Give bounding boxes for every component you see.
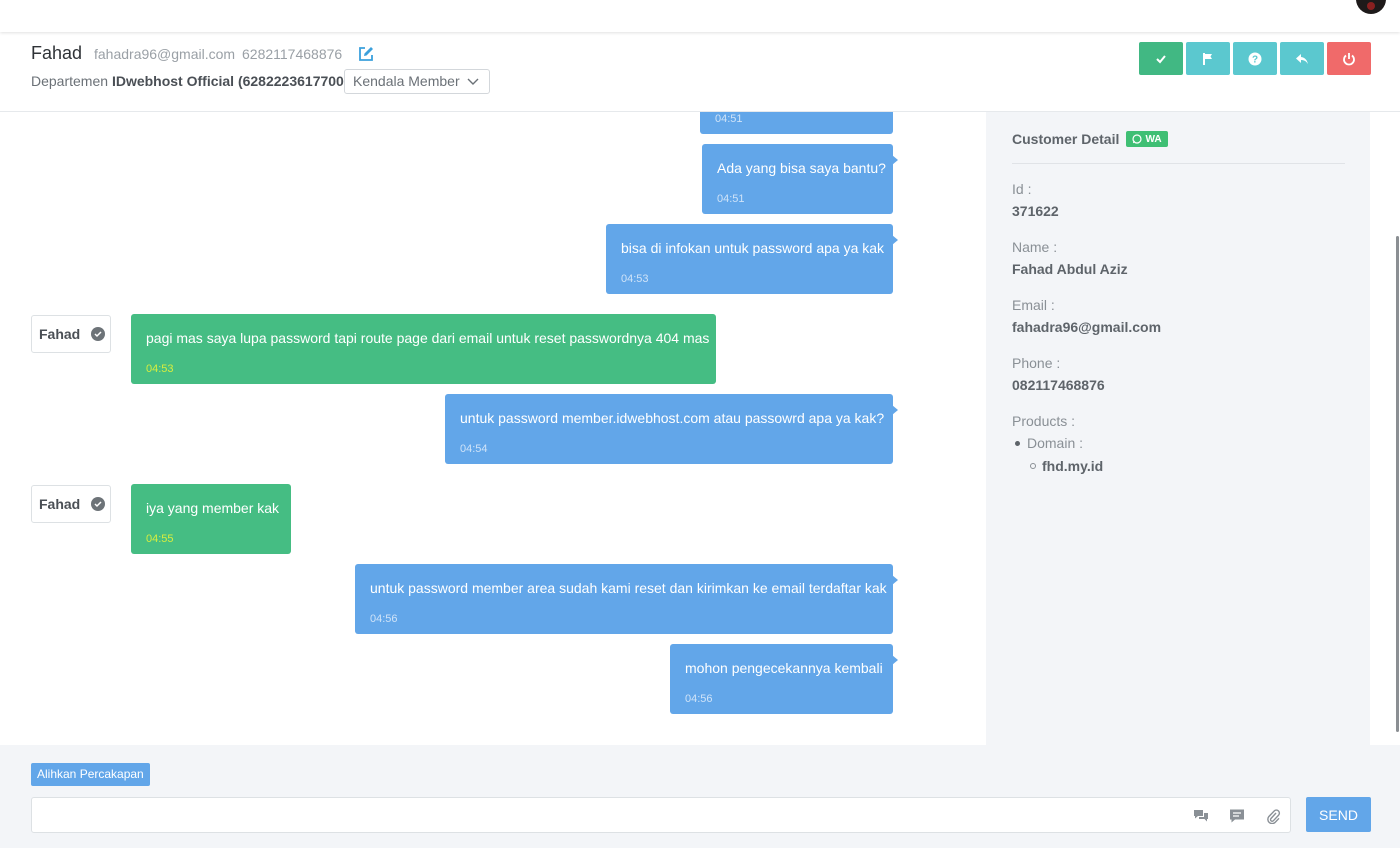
flag-icon [1203,52,1212,65]
message-time: 04:53 [146,363,174,375]
customer-email: fahadra96@gmail.com [94,46,236,62]
send-button[interactable]: SEND [1306,797,1371,832]
product-type: Domain : [1027,435,1084,451]
department-name: IDwebhost Official (6282223617700) [111,73,349,89]
check-icon [1156,54,1166,63]
phone-value: 082117468876 [1012,377,1105,393]
close-ticket-button[interactable] [1327,42,1371,75]
question-icon: ? [1248,52,1262,65]
transfer-conversation-button[interactable]: Alihkan Percakapan [31,763,150,786]
customer-phone: 6282117468876 [242,46,343,62]
id-value: 371622 [1012,203,1059,219]
category-value: Kendala Member [353,73,460,89]
message-time: 04:55 [146,533,174,545]
attachment-icon[interactable] [1265,808,1281,824]
message-text: Ada yang bisa saya bantu? [717,160,886,176]
template-message-icon[interactable] [1229,808,1245,824]
verified-icon [91,327,105,341]
products-label: Products : [1012,413,1076,429]
sender-name: Fahad [39,496,81,512]
email-label: Email : [1012,297,1055,313]
page-scrollbar[interactable] [1396,236,1399,732]
reply-icon [1296,53,1308,64]
bullet [1015,441,1020,446]
message-time: 04:54 [460,443,488,455]
message-bubble-customer: iya yang member kak 04:55 [131,484,291,554]
message-text: untuk password member area sudah kami re… [370,580,887,596]
customer-detail-panel: Customer Detail WA Id : 371622 Name : Fa… [986,112,1370,745]
flag-button[interactable] [1186,42,1230,75]
edit-icon[interactable] [358,46,374,62]
message-text: mohon pengecekannya kembali [685,660,883,676]
whatsapp-badge: WA [1126,131,1168,147]
chat-bubbles-icon[interactable] [1193,808,1209,824]
ticket-actions: ? [1139,42,1371,75]
badge-label: WA [1145,133,1162,145]
department-line: Departemen IDwebhost Official (628222361… [31,73,349,89]
email-value: fahadra96@gmail.com [1012,319,1162,335]
customer-detail-title: Customer Detail [1012,131,1120,147]
message-input[interactable] [42,806,1182,826]
id-label: Id : [1012,181,1032,197]
message-bubble-agent: bisa di infokan untuk password apa ya ka… [606,224,898,294]
message-time: 04:51 [715,113,743,125]
message-bubble-agent: mohon pengecekannya kembali 04:56 [670,644,898,714]
product-domain: fhd.my.id [1042,458,1104,474]
top-bar [0,0,1400,32]
sender-tag: Fahad [31,485,111,523]
whatsapp-icon [1132,134,1143,144]
phone-label: Phone : [1012,355,1061,371]
reply-button[interactable] [1280,42,1324,75]
name-label: Name : [1012,239,1058,255]
svg-text:?: ? [1252,54,1258,65]
message-bubble-agent: untuk password member area sudah kami re… [355,564,898,634]
customer-name: Fahad [31,43,83,63]
message-time: 04:53 [621,273,649,285]
message-text: iya yang member kak [146,500,280,516]
sender-name: Fahad [39,326,81,342]
reply-footer: Alihkan Percakapan SEND [0,745,1400,848]
resolve-button[interactable] [1139,42,1183,75]
message-time: 04:56 [370,613,398,625]
message-bubble-customer: pagi mas saya lupa password tapi route p… [131,314,716,384]
name-value: Fahad Abdul Aziz [1012,261,1128,277]
chevron-down-icon [467,78,479,85]
sender-tag: Fahad [31,315,111,353]
help-button[interactable]: ? [1233,42,1277,75]
message-text: bisa di infokan untuk password apa ya ka… [621,240,885,256]
message-text: pagi mas saya lupa password tapi route p… [146,330,710,346]
power-icon [1343,52,1355,65]
user-avatar[interactable] [1356,0,1386,14]
message-composer [31,797,1291,833]
ticket-header: Fahad fahadra96@gmail.com 6282117468876 … [0,32,1400,112]
message-bubble-agent: 04:51 [700,112,893,134]
conversation-panel[interactable]: 04:51 Ada yang bisa saya bantu? 04:51 bi… [1,112,986,745]
department-prefix: Departemen [31,73,109,89]
message-time: 04:56 [685,693,713,705]
message-text: untuk password member.idwebhost.com atau… [460,410,885,426]
message-bubble-agent: Ada yang bisa saya bantu? 04:51 [702,144,898,214]
message-bubble-agent: untuk password member.idwebhost.com atau… [445,394,898,464]
category-select[interactable]: Kendala Member [344,69,490,94]
message-time: 04:51 [717,193,745,205]
sub-bullet [1030,463,1036,469]
divider [1012,163,1345,164]
verified-icon [91,497,105,511]
